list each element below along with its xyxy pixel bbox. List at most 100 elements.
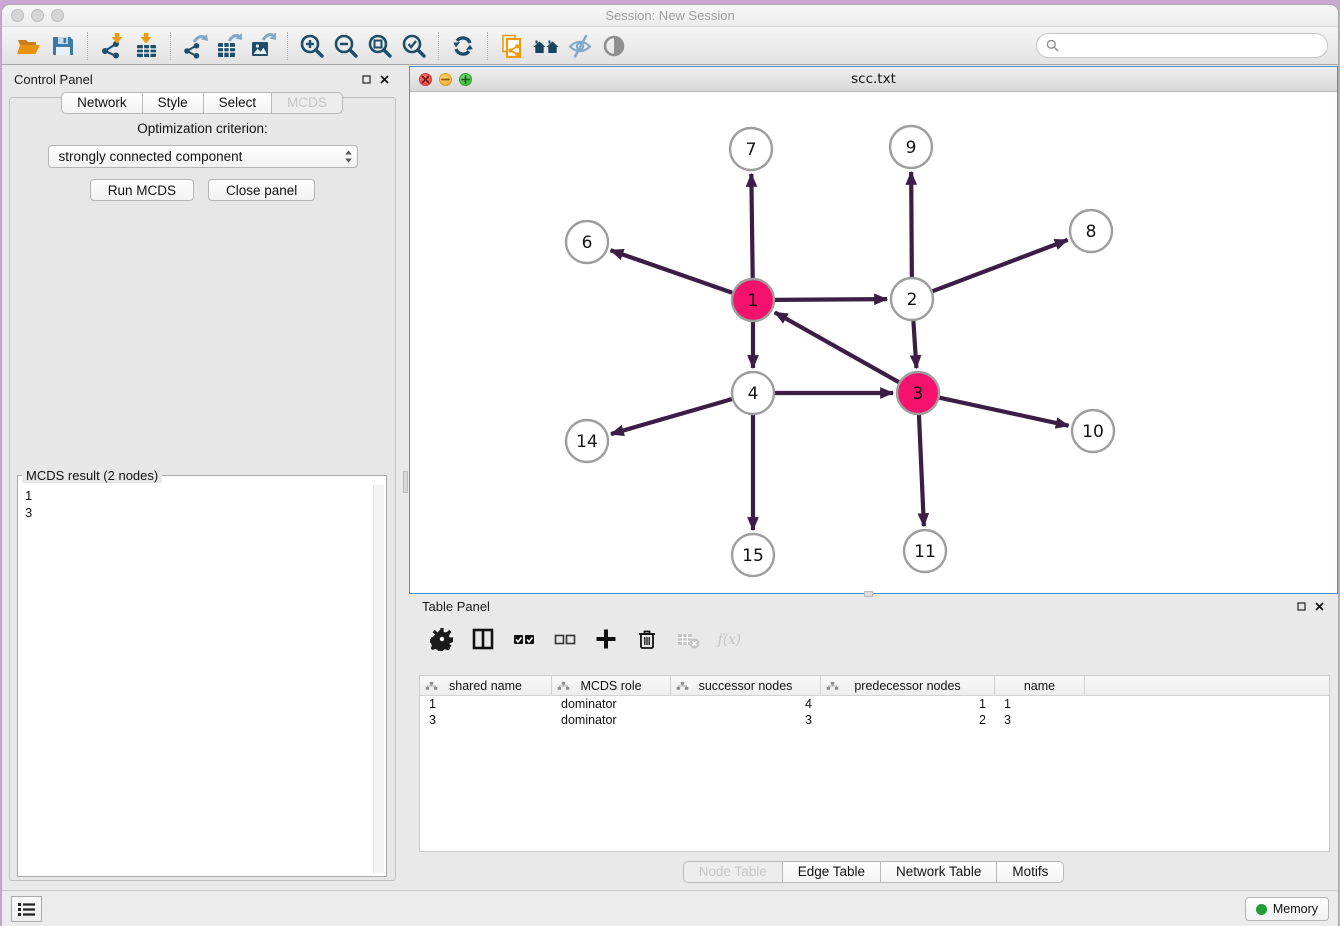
tab-mcds[interactable]: MCDS [271, 92, 343, 114]
column-label: MCDS role [580, 679, 641, 693]
graph-node-10[interactable]: 10 [1072, 410, 1114, 452]
apply-layout-icon[interactable] [446, 30, 480, 62]
splitter-grip[interactable] [403, 471, 408, 493]
graph-edge-1-7[interactable] [751, 174, 752, 278]
hide-selected-icon[interactable] [563, 30, 597, 62]
graph-node-2[interactable]: 2 [891, 278, 933, 320]
cell-successor-nodes[interactable]: 4 [671, 696, 821, 712]
search-input[interactable] [1064, 38, 1318, 53]
cell-MCDS-role[interactable]: dominator [552, 712, 671, 728]
graph-node-label: 2 [907, 290, 918, 310]
close-table-panel-icon[interactable] [1314, 601, 1325, 612]
cell-successor-nodes[interactable]: 3 [671, 712, 821, 728]
graph-edge-3-11[interactable] [919, 415, 924, 526]
network-close-icon[interactable] [419, 73, 432, 86]
float-table-panel-icon[interactable] [1296, 601, 1307, 612]
cell-shared-name[interactable]: 3 [420, 712, 552, 728]
gear-icon[interactable] [428, 625, 456, 653]
graph-edge-2-9[interactable] [911, 172, 912, 277]
export-image-icon[interactable] [246, 30, 280, 62]
column-header-name[interactable]: name [995, 676, 1085, 695]
zoom-in-icon[interactable] [295, 30, 329, 62]
graph-edge-1-6[interactable] [611, 250, 733, 292]
zoom-selected-icon[interactable] [397, 30, 431, 62]
zoom-out-icon[interactable] [329, 30, 363, 62]
cell-name[interactable]: 1 [995, 696, 1085, 712]
columns-icon[interactable] [469, 625, 497, 653]
tab-network-table[interactable]: Network Table [880, 861, 997, 883]
column-header-predecessor-nodes[interactable]: predecessor nodes [821, 676, 995, 695]
graph-node-label: 14 [576, 432, 598, 452]
control-panel-header: Control Panel [2, 66, 402, 92]
result-scrollbar[interactable] [373, 485, 384, 873]
network-zoom-icon[interactable] [459, 73, 472, 86]
graph-edge-2-8[interactable] [933, 240, 1068, 291]
graph-edge-4-14[interactable] [611, 399, 732, 434]
close-panel-button[interactable]: Close panel [208, 179, 315, 201]
graph-node-9[interactable]: 9 [890, 126, 932, 168]
criterion-select[interactable]: strongly connected component [48, 145, 358, 168]
import-network-icon[interactable] [95, 30, 129, 62]
zoom-window-icon[interactable] [51, 9, 64, 22]
graph-node-4[interactable]: 4 [732, 372, 774, 414]
add-column-icon[interactable] [592, 625, 620, 653]
network-minimize-icon[interactable] [439, 73, 452, 86]
graph-edge-3-10[interactable] [939, 398, 1068, 426]
cell-MCDS-role[interactable]: dominator [552, 696, 671, 712]
column-header-shared-name[interactable]: shared name [420, 676, 552, 695]
deselect-all-icon[interactable] [551, 625, 579, 653]
new-network-from-selection-icon[interactable] [495, 30, 529, 62]
toolbar-separator [287, 32, 288, 60]
graph-node-11[interactable]: 11 [904, 530, 946, 572]
export-table-icon[interactable] [212, 30, 246, 62]
horizontal-splitter-grip[interactable] [864, 591, 873, 597]
graph-node-7[interactable]: 7 [730, 128, 772, 170]
show-all-icon[interactable] [597, 30, 631, 62]
run-mcds-button[interactable]: Run MCDS [90, 179, 194, 201]
graph-node-14[interactable]: 14 [566, 420, 608, 462]
first-neighbors-icon[interactable] [529, 30, 563, 62]
import-table-icon[interactable] [129, 30, 163, 62]
tab-style[interactable]: Style [142, 92, 204, 114]
table-row[interactable]: 1dominator411 [420, 696, 1329, 712]
tab-select[interactable]: Select [203, 92, 273, 114]
mcds-result-text[interactable]: 1 3 [20, 485, 372, 873]
select-all-icon[interactable] [510, 625, 538, 653]
export-network-icon[interactable] [178, 30, 212, 62]
tab-node-table[interactable]: Node Table [683, 861, 783, 883]
search-box[interactable] [1036, 33, 1328, 58]
close-panel-icon[interactable] [379, 74, 390, 85]
graph-node-1[interactable]: 1 [732, 279, 774, 321]
graph-node-6[interactable]: 6 [566, 221, 608, 263]
tab-edge-table[interactable]: Edge Table [782, 861, 881, 883]
network-window-titlebar: scc.txt [410, 67, 1337, 92]
float-panel-icon[interactable] [361, 74, 372, 85]
graph-node-8[interactable]: 8 [1070, 210, 1112, 252]
close-window-icon[interactable] [11, 9, 24, 22]
cell-name[interactable]: 3 [995, 712, 1085, 728]
open-session-icon[interactable] [12, 30, 46, 62]
save-session-icon[interactable] [46, 30, 80, 62]
vertical-splitter[interactable] [402, 66, 409, 890]
graph-node-15[interactable]: 15 [732, 534, 774, 576]
graph-edge-1-2[interactable] [775, 299, 887, 300]
column-header-successor-nodes[interactable]: successor nodes [671, 676, 821, 695]
column-header-MCDS-role[interactable]: MCDS role [552, 676, 671, 695]
search-icon [1046, 39, 1059, 52]
graph-edge-3-1[interactable] [775, 312, 899, 382]
tab-network[interactable]: Network [61, 92, 143, 114]
task-history-button[interactable] [11, 896, 42, 922]
cell-shared-name[interactable]: 1 [420, 696, 552, 712]
graph-edge-2-3[interactable] [913, 321, 916, 368]
memory-button[interactable]: Memory [1245, 897, 1329, 921]
cell-predecessor-nodes[interactable]: 2 [821, 712, 995, 728]
table-row[interactable]: 3dominator323 [420, 712, 1329, 728]
delete-column-icon[interactable] [633, 625, 661, 653]
minimize-window-icon[interactable] [31, 9, 44, 22]
graph-node-3[interactable]: 3 [897, 372, 939, 414]
graph-node-label: 7 [746, 140, 757, 160]
tab-motifs[interactable]: Motifs [996, 861, 1064, 883]
network-canvas[interactable]: 7 9 6 8 1 2 4 3 14 10 15 11 [410, 92, 1337, 593]
zoom-fit-icon[interactable] [363, 30, 397, 62]
cell-predecessor-nodes[interactable]: 1 [821, 696, 995, 712]
